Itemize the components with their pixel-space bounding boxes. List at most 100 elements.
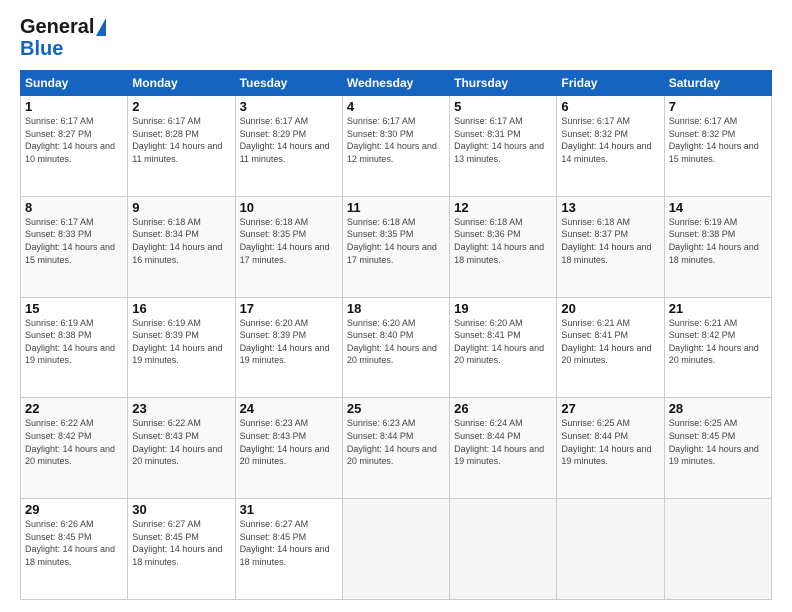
day-number: 21 [669,301,767,316]
day-info: Sunrise: 6:17 AMSunset: 8:32 PMDaylight:… [561,116,651,164]
calendar-week-row: 8 Sunrise: 6:17 AMSunset: 8:33 PMDayligh… [21,196,772,297]
day-number: 27 [561,401,659,416]
day-number: 4 [347,99,445,114]
day-number: 2 [132,99,230,114]
calendar-cell: 25 Sunrise: 6:23 AMSunset: 8:44 PMDaylig… [342,398,449,499]
day-info: Sunrise: 6:17 AMSunset: 8:28 PMDaylight:… [132,116,222,164]
calendar-cell: 21 Sunrise: 6:21 AMSunset: 8:42 PMDaylig… [664,297,771,398]
day-number: 30 [132,502,230,517]
day-info: Sunrise: 6:26 AMSunset: 8:45 PMDaylight:… [25,519,115,567]
calendar-cell: 29 Sunrise: 6:26 AMSunset: 8:45 PMDaylig… [21,499,128,600]
calendar-table: SundayMondayTuesdayWednesdayThursdayFrid… [20,70,772,600]
calendar-week-row: 29 Sunrise: 6:26 AMSunset: 8:45 PMDaylig… [21,499,772,600]
day-info: Sunrise: 6:24 AMSunset: 8:44 PMDaylight:… [454,418,544,466]
logo: General Blue [20,16,106,60]
calendar-cell: 20 Sunrise: 6:21 AMSunset: 8:41 PMDaylig… [557,297,664,398]
day-number: 23 [132,401,230,416]
day-info: Sunrise: 6:22 AMSunset: 8:42 PMDaylight:… [25,418,115,466]
calendar-week-row: 1 Sunrise: 6:17 AMSunset: 8:27 PMDayligh… [21,96,772,197]
day-info: Sunrise: 6:19 AMSunset: 8:38 PMDaylight:… [669,217,759,265]
day-number: 17 [240,301,338,316]
calendar-cell: 14 Sunrise: 6:19 AMSunset: 8:38 PMDaylig… [664,196,771,297]
day-number: 1 [25,99,123,114]
calendar-cell: 7 Sunrise: 6:17 AMSunset: 8:32 PMDayligh… [664,96,771,197]
calendar-day-header: Sunday [21,71,128,96]
calendar-cell: 28 Sunrise: 6:25 AMSunset: 8:45 PMDaylig… [664,398,771,499]
calendar-cell: 13 Sunrise: 6:18 AMSunset: 8:37 PMDaylig… [557,196,664,297]
calendar-cell: 12 Sunrise: 6:18 AMSunset: 8:36 PMDaylig… [450,196,557,297]
calendar-cell: 31 Sunrise: 6:27 AMSunset: 8:45 PMDaylig… [235,499,342,600]
calendar-cell [557,499,664,600]
day-number: 25 [347,401,445,416]
header: General Blue [20,16,772,60]
calendar-cell [450,499,557,600]
calendar-cell: 5 Sunrise: 6:17 AMSunset: 8:31 PMDayligh… [450,96,557,197]
day-info: Sunrise: 6:27 AMSunset: 8:45 PMDaylight:… [240,519,330,567]
day-info: Sunrise: 6:17 AMSunset: 8:29 PMDaylight:… [240,116,330,164]
calendar-cell [664,499,771,600]
calendar-cell: 10 Sunrise: 6:18 AMSunset: 8:35 PMDaylig… [235,196,342,297]
logo-triangle-icon [96,18,106,36]
day-number: 11 [347,200,445,215]
page: General Blue SundayMondayTuesdayWednesda… [0,0,792,612]
day-info: Sunrise: 6:17 AMSunset: 8:33 PMDaylight:… [25,217,115,265]
day-number: 13 [561,200,659,215]
day-info: Sunrise: 6:17 AMSunset: 8:27 PMDaylight:… [25,116,115,164]
calendar-day-header: Friday [557,71,664,96]
calendar-cell: 26 Sunrise: 6:24 AMSunset: 8:44 PMDaylig… [450,398,557,499]
day-info: Sunrise: 6:17 AMSunset: 8:31 PMDaylight:… [454,116,544,164]
day-info: Sunrise: 6:21 AMSunset: 8:42 PMDaylight:… [669,318,759,366]
calendar-day-header: Tuesday [235,71,342,96]
day-info: Sunrise: 6:25 AMSunset: 8:44 PMDaylight:… [561,418,651,466]
day-info: Sunrise: 6:23 AMSunset: 8:44 PMDaylight:… [347,418,437,466]
calendar-cell: 27 Sunrise: 6:25 AMSunset: 8:44 PMDaylig… [557,398,664,499]
calendar-cell: 23 Sunrise: 6:22 AMSunset: 8:43 PMDaylig… [128,398,235,499]
logo-text-blue: Blue [20,38,63,60]
calendar-cell: 18 Sunrise: 6:20 AMSunset: 8:40 PMDaylig… [342,297,449,398]
calendar-cell: 8 Sunrise: 6:17 AMSunset: 8:33 PMDayligh… [21,196,128,297]
day-number: 7 [669,99,767,114]
calendar-cell: 30 Sunrise: 6:27 AMSunset: 8:45 PMDaylig… [128,499,235,600]
day-info: Sunrise: 6:17 AMSunset: 8:30 PMDaylight:… [347,116,437,164]
day-info: Sunrise: 6:20 AMSunset: 8:39 PMDaylight:… [240,318,330,366]
day-number: 20 [561,301,659,316]
day-number: 15 [25,301,123,316]
day-number: 9 [132,200,230,215]
day-number: 18 [347,301,445,316]
day-info: Sunrise: 6:21 AMSunset: 8:41 PMDaylight:… [561,318,651,366]
day-number: 24 [240,401,338,416]
day-info: Sunrise: 6:27 AMSunset: 8:45 PMDaylight:… [132,519,222,567]
calendar-cell: 9 Sunrise: 6:18 AMSunset: 8:34 PMDayligh… [128,196,235,297]
day-info: Sunrise: 6:20 AMSunset: 8:40 PMDaylight:… [347,318,437,366]
calendar-cell: 2 Sunrise: 6:17 AMSunset: 8:28 PMDayligh… [128,96,235,197]
calendar-header-row: SundayMondayTuesdayWednesdayThursdayFrid… [21,71,772,96]
calendar-cell: 17 Sunrise: 6:20 AMSunset: 8:39 PMDaylig… [235,297,342,398]
day-number: 3 [240,99,338,114]
calendar-cell: 4 Sunrise: 6:17 AMSunset: 8:30 PMDayligh… [342,96,449,197]
day-info: Sunrise: 6:18 AMSunset: 8:36 PMDaylight:… [454,217,544,265]
day-info: Sunrise: 6:23 AMSunset: 8:43 PMDaylight:… [240,418,330,466]
calendar-day-header: Monday [128,71,235,96]
calendar-cell: 15 Sunrise: 6:19 AMSunset: 8:38 PMDaylig… [21,297,128,398]
calendar-day-header: Saturday [664,71,771,96]
day-number: 14 [669,200,767,215]
day-info: Sunrise: 6:19 AMSunset: 8:38 PMDaylight:… [25,318,115,366]
day-info: Sunrise: 6:20 AMSunset: 8:41 PMDaylight:… [454,318,544,366]
day-number: 16 [132,301,230,316]
calendar-cell: 1 Sunrise: 6:17 AMSunset: 8:27 PMDayligh… [21,96,128,197]
calendar-cell: 11 Sunrise: 6:18 AMSunset: 8:35 PMDaylig… [342,196,449,297]
day-number: 26 [454,401,552,416]
day-number: 22 [25,401,123,416]
calendar-cell: 6 Sunrise: 6:17 AMSunset: 8:32 PMDayligh… [557,96,664,197]
day-info: Sunrise: 6:17 AMSunset: 8:32 PMDaylight:… [669,116,759,164]
day-number: 28 [669,401,767,416]
day-number: 10 [240,200,338,215]
calendar-cell [342,499,449,600]
day-number: 29 [25,502,123,517]
day-info: Sunrise: 6:19 AMSunset: 8:39 PMDaylight:… [132,318,222,366]
day-number: 5 [454,99,552,114]
calendar-week-row: 15 Sunrise: 6:19 AMSunset: 8:38 PMDaylig… [21,297,772,398]
day-number: 6 [561,99,659,114]
calendar-cell: 24 Sunrise: 6:23 AMSunset: 8:43 PMDaylig… [235,398,342,499]
day-info: Sunrise: 6:18 AMSunset: 8:35 PMDaylight:… [240,217,330,265]
